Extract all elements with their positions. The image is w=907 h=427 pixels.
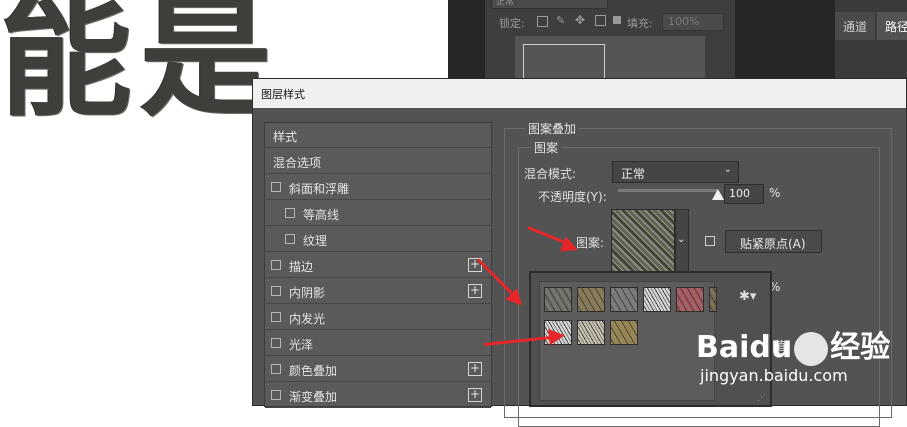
style-list-label: 混合选项 — [273, 156, 322, 170]
add-effect-icon[interactable]: + — [468, 284, 482, 298]
style-checkbox[interactable] — [271, 364, 281, 374]
dialog-titlebar[interactable]: 图层样式 — [253, 79, 906, 108]
blend-mode-select[interactable]: 正常 ⌄ — [612, 161, 739, 183]
tab-paths-label: 路径 — [885, 20, 907, 34]
lock-artboard-icon[interactable] — [595, 15, 606, 26]
pattern-swatch[interactable] — [577, 320, 605, 345]
style-checkbox[interactable] — [271, 312, 281, 322]
snap-to-origin-label: 贴紧原点(A) — [740, 237, 806, 251]
lock-move-icon[interactable]: ✥ — [575, 13, 585, 27]
style-list-item[interactable]: 纹理 — [265, 227, 491, 252]
style-list-item[interactable]: 描边 + — [265, 253, 491, 278]
style-list-item[interactable]: 渐变叠加 + — [265, 383, 491, 408]
style-list-item[interactable]: 内发光 — [265, 305, 491, 330]
style-list-label: 渐变叠加 — [289, 390, 338, 404]
add-effect-icon[interactable]: + — [468, 362, 482, 376]
new-preset-icon[interactable] — [705, 236, 715, 246]
style-list-label: 纹理 — [303, 234, 328, 248]
opacity-value: 100 — [729, 187, 750, 200]
gear-icon[interactable]: ✱▾ — [739, 289, 756, 304]
blend-mode-select-partial[interactable]: 正常 — [491, 0, 608, 9]
lock-brush-icon[interactable]: ✎ — [556, 14, 565, 27]
style-checkbox[interactable] — [271, 286, 281, 296]
style-list-item[interactable]: 颜色叠加 + — [265, 357, 491, 382]
style-list-label: 内发光 — [289, 312, 326, 326]
style-list-label: 光泽 — [289, 338, 314, 352]
pattern-swatch[interactable] — [643, 287, 671, 312]
watermark-brand: Baidu — [696, 330, 793, 365]
blend-mode-value: 正常 — [621, 167, 646, 181]
style-list-label: 斜面和浮雕 — [289, 182, 350, 196]
pattern-swatch[interactable] — [610, 287, 638, 312]
layer-row[interactable] — [515, 36, 705, 86]
style-list-item[interactable]: 内阴影 + — [265, 279, 491, 304]
style-list-item[interactable]: 斜面和浮雕 — [265, 175, 491, 200]
canvas-char-1: 能 — [0, 0, 132, 135]
add-effect-icon[interactable]: + — [468, 388, 482, 402]
pattern-swatch[interactable] — [709, 287, 717, 312]
snap-to-origin-button[interactable]: 贴紧原点(A) — [725, 230, 822, 253]
chevron-down-icon: ⌄ — [723, 164, 732, 175]
chevron-down-icon: ⌄ — [677, 234, 686, 245]
opacity-unit: % — [769, 186, 781, 200]
watermark-logo: Baidu 经验 — [696, 322, 890, 366]
fill-value: 100% — [668, 15, 700, 28]
channels-panel: 通道 路径 — [835, 0, 907, 78]
dialog-title: 图层样式 — [261, 88, 305, 101]
watermark-url: jingyan.baidu.com — [700, 366, 848, 385]
layers-panel: 正常 锁定: ✎ ✥ 填充: 100% — [485, 0, 735, 86]
pattern-swatch[interactable] — [544, 287, 572, 312]
lock-all-icon[interactable] — [613, 16, 621, 24]
blend-mode-label: 混合模式: — [524, 167, 577, 181]
style-checkbox[interactable] — [271, 390, 281, 400]
fill-label: 填充: — [627, 17, 653, 30]
resize-grip-icon[interactable]: ⋰ — [757, 393, 766, 403]
style-checkbox[interactable] — [271, 182, 281, 192]
opacity-input[interactable]: 100 — [724, 184, 764, 204]
lock-label: 锁定: — [499, 17, 525, 30]
style-list: 样式 混合选项 斜面和浮雕 等高线 纹理 描边 + 内阴影 + 内发光 光泽 颜色叠加 + 渐变叠加 + — [264, 122, 492, 408]
pattern-swatch[interactable] — [577, 287, 605, 312]
style-list-label: 样式 — [273, 130, 298, 144]
style-list-item[interactable]: 混合选项 — [265, 149, 491, 174]
style-list-item[interactable]: 样式 — [265, 123, 491, 148]
style-checkbox[interactable] — [285, 208, 295, 218]
tab-channels[interactable]: 通道 — [835, 12, 875, 40]
style-list-label: 颜色叠加 — [289, 364, 338, 378]
pattern-dropdown-button[interactable]: ⌄ — [675, 209, 689, 273]
tab-paths[interactable]: 路径 — [877, 12, 907, 40]
watermark-brand-cn: 经验 — [830, 330, 891, 365]
section-title: 图案叠加 — [525, 120, 580, 137]
style-list-item[interactable]: 等高线 — [265, 201, 491, 226]
group-title: 图案 — [531, 139, 562, 156]
style-list-item[interactable]: 光泽 — [265, 331, 491, 356]
opacity-slider-thumb[interactable] — [712, 189, 724, 200]
tab-channels-label: 通道 — [843, 20, 868, 34]
blend-mode-text: 正常 — [496, 0, 515, 7]
style-list-label: 内阴影 — [289, 286, 326, 300]
opacity-slider-track[interactable] — [618, 189, 718, 192]
style-checkbox[interactable] — [271, 338, 281, 348]
style-checkbox[interactable] — [285, 234, 295, 244]
pattern-preview[interactable] — [611, 209, 675, 273]
fill-input[interactable]: 100% — [662, 13, 724, 31]
annotation-arrow-3-head — [548, 327, 566, 345]
opacity-label: 不透明度(Y): — [538, 190, 607, 204]
style-list-label: 描边 — [289, 260, 314, 274]
pattern-swatch[interactable] — [676, 287, 704, 312]
style-list-label: 等高线 — [303, 208, 340, 222]
pattern-swatch[interactable] — [610, 320, 638, 345]
lock-transparent-icon[interactable] — [537, 16, 548, 27]
style-checkbox[interactable] — [271, 260, 281, 270]
paw-icon — [794, 331, 829, 366]
